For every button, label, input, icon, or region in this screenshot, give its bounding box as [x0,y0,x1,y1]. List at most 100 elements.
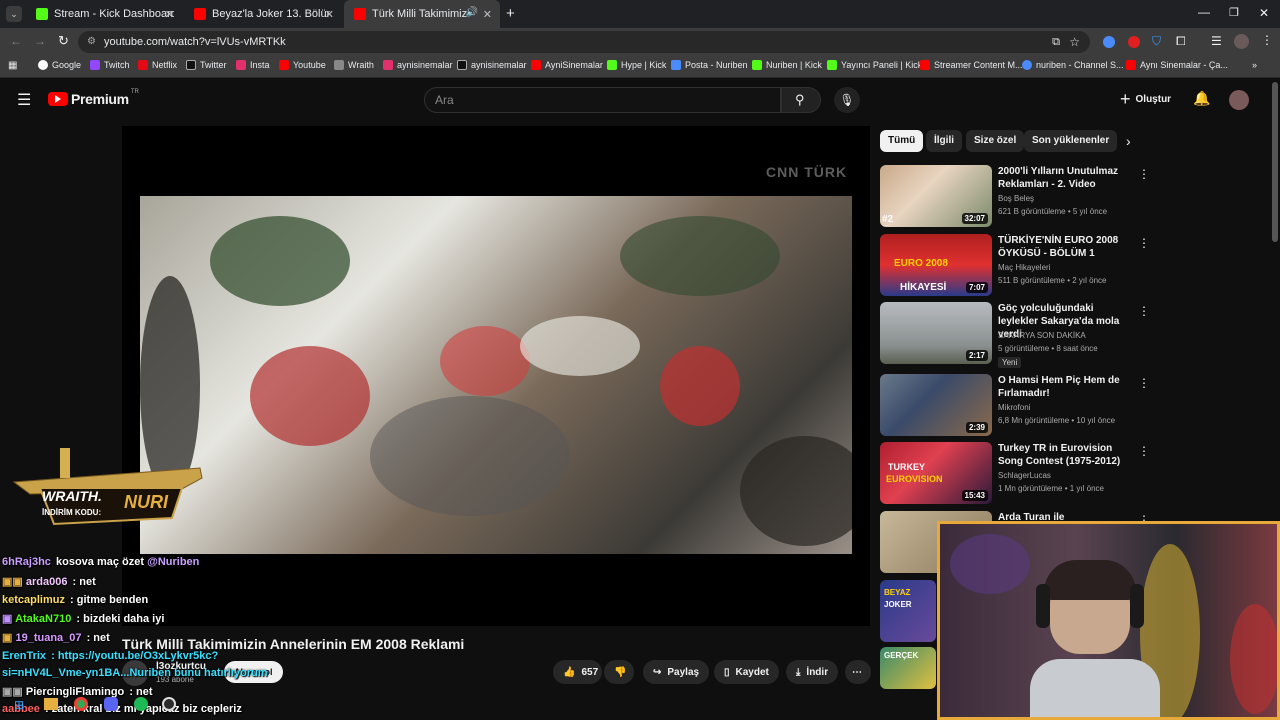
chat-message: ▣▣ arda006 : net [2,576,96,588]
install-icon[interactable]: ⧉ [1052,31,1060,53]
video-thumbnail[interactable]: #2 32:07 [880,165,992,227]
chip-recently-uploaded[interactable]: Son yüklenenler [1024,130,1118,152]
close-window-icon[interactable]: ✕ [1259,6,1269,20]
new-tab-button[interactable]: + [506,5,515,22]
more-bookmarks-icon[interactable]: » [1252,60,1257,70]
recommendation-item[interactable]: TURKEY EUROVISION 15:43 Turkey TR in Eur… [880,442,1150,506]
more-options-icon[interactable]: ⋮ [1138,236,1150,250]
recommendation-item[interactable]: EURO 2008 HİKAYESİ 7:07 TÜRKİYE'NİN EURO… [880,234,1150,298]
video-thumbnail[interactable]: GERÇEK [880,647,936,689]
apps-icon[interactable]: ▦ [8,60,17,71]
badge-icon: ▣ [2,632,13,644]
puzzle-icon[interactable]: ⧠ [1176,34,1186,49]
bookmark-ayni-sinemalar[interactable]: Aynı Sinemalar - Ça... [1126,60,1228,70]
tab-search-icon[interactable]: ⌄ [6,6,22,22]
bookmark-netflix[interactable]: Netflix [138,60,177,70]
more-options-icon[interactable]: ⋮ [1138,376,1150,390]
plus-icon: + [1120,89,1131,109]
bookmark-nuriben-kick[interactable]: Nuriben | Kick [752,60,822,70]
search-input[interactable]: Ara [424,87,781,113]
chip-all[interactable]: Tümü [880,130,924,152]
video-thumbnail[interactable]: 2:17 [880,302,992,364]
save-button[interactable]: ▯ Kaydet [714,660,779,684]
download-button[interactable]: ⤓ İndir [786,660,839,684]
spotify-icon[interactable] [134,697,148,711]
windows-start-icon[interactable]: ⊞ [14,698,24,712]
like-button[interactable]: 👍 657 [553,660,602,684]
streamer [1030,560,1160,717]
bookmark-aynisinemalar-twitter[interactable]: aynisinemalar [457,60,527,70]
more-actions-button[interactable]: ⋯ [845,660,871,684]
more-options-icon[interactable]: ⋮ [1138,444,1150,458]
bookmark-hype-kick[interactable]: Hype | Kick [607,60,666,70]
more-options-icon[interactable]: ⋮ [1138,167,1150,181]
taskbar: ⊞ [0,692,190,720]
bookmark-insta[interactable]: Insta [236,60,270,70]
video-thumbnail[interactable]: BEYAZ JOKER [880,580,936,642]
hamburger-menu-icon[interactable]: ☰ [17,90,31,110]
speaker-icon[interactable]: 🔊 [466,7,478,18]
bookmark-aynisinemalar-yt[interactable]: AyniSinemalar [531,60,603,70]
bookmark-twitter[interactable]: Twitter [186,60,227,70]
bookmark-streamer-content[interactable]: Streamer Content M... [920,60,1023,70]
discord-icon[interactable] [104,697,118,711]
minimize-icon[interactable]: — [1198,5,1210,19]
dislike-button[interactable]: 👎 [604,660,634,684]
forward-icon[interactable]: → [34,34,46,48]
close-tab-icon[interactable]: ✕ [165,8,174,21]
tab-kick-dashboard[interactable]: Stream - Kick Dashboard ✕ [26,0,182,28]
bookmark-yayinci-paneli[interactable]: Yayıncı Paneli | Kick [827,60,922,70]
video-thumbnail[interactable]: TURKEY EUROVISION 15:43 [880,442,992,504]
notifications-bell-icon[interactable]: 🔔 [1193,90,1210,107]
kick-icon [36,8,48,20]
page-scrollbar[interactable] [1272,82,1278,242]
youtube-header: ☰ Premium TR Ara ⚲ 🎙 + Oluştur 🔔 [0,78,1280,122]
chat-message: 6hRaj3hc kosova maç özet @Nuriben [2,556,200,568]
more-options-icon[interactable]: ⋮ [1138,304,1150,318]
recommendation-item[interactable]: #2 32:07 2000'li Yılların Unutulmaz Rekl… [880,165,1150,229]
maximize-icon[interactable]: ❐ [1229,6,1239,19]
bookmark-star-icon[interactable]: ☆ [1069,31,1080,53]
reload-icon[interactable]: ↻ [58,33,69,49]
bookmark-posta[interactable]: Posta - Nuriben [671,60,748,70]
bookmark-youtube[interactable]: Youtube [279,60,326,70]
video-frame[interactable] [140,196,852,554]
youtube-icon [354,8,366,20]
file-explorer-icon[interactable] [44,698,58,710]
close-tab-icon[interactable]: ✕ [483,8,492,21]
profile-avatar[interactable] [1234,34,1249,49]
tab-current-video[interactable]: Türk Milli Takimimizin Anneleri 🔊 ✕ [344,0,500,28]
search-button[interactable]: ⚲ [781,87,821,113]
chip-for-you[interactable]: Size özel [966,130,1025,152]
reading-list-icon[interactable]: ☰ [1211,34,1222,48]
recommendation-item[interactable]: 2:39 O Hamsi Hem Piç Hem de Fırlamadır! … [880,374,1150,438]
chat-message: ketcaplimuz : gitme benden [2,594,149,606]
voice-search-button[interactable]: 🎙 [834,87,860,113]
extension-icon[interactable] [1103,36,1115,48]
account-avatar[interactable] [1229,90,1249,110]
video-thumbnail[interactable]: 2:39 [880,374,992,436]
bookmark-nuriben-channel[interactable]: nuriben - Channel S... [1022,60,1124,70]
bookmark-twitch[interactable]: Twitch [90,60,130,70]
chip-related[interactable]: İlgili [926,130,962,152]
bookmark-wraith[interactable]: Wraith [334,60,374,70]
share-button[interactable]: ↪ Paylaş [643,660,710,684]
create-button[interactable]: + Oluştur [1120,89,1171,110]
chevron-right-icon[interactable]: › [1126,133,1131,149]
site-info-icon[interactable]: ⚙ [87,31,96,53]
more-horizontal-icon: ⋯ [852,666,862,678]
close-tab-icon[interactable]: ✕ [325,8,334,21]
youtube-logo[interactable]: Premium TR [48,89,139,107]
extension-icon[interactable] [1128,36,1140,48]
menu-icon[interactable]: ⋮ [1261,33,1273,47]
bookmark-aynisinemalar-insta[interactable]: aynisinemalar [383,60,453,70]
obs-icon[interactable] [162,697,176,711]
back-icon[interactable]: ← [10,34,22,48]
shield-icon[interactable]: ⛉ [1152,34,1161,49]
url-field[interactable]: ⚙ youtube.com/watch?v=lVUs-vMRTKk ⧉ ☆ [78,31,1090,53]
bookmark-google[interactable]: Google [38,60,81,70]
video-thumbnail[interactable]: EURO 2008 HİKAYESİ 7:07 [880,234,992,296]
recommendation-item[interactable]: 2:17 Göç yolculuğundaki leylekler Sakary… [880,302,1150,368]
tab-beyazla-joker[interactable]: Beyaz'la Joker 13. Bölüm - YouTube ✕ [184,0,342,28]
chrome-icon[interactable] [74,697,88,711]
